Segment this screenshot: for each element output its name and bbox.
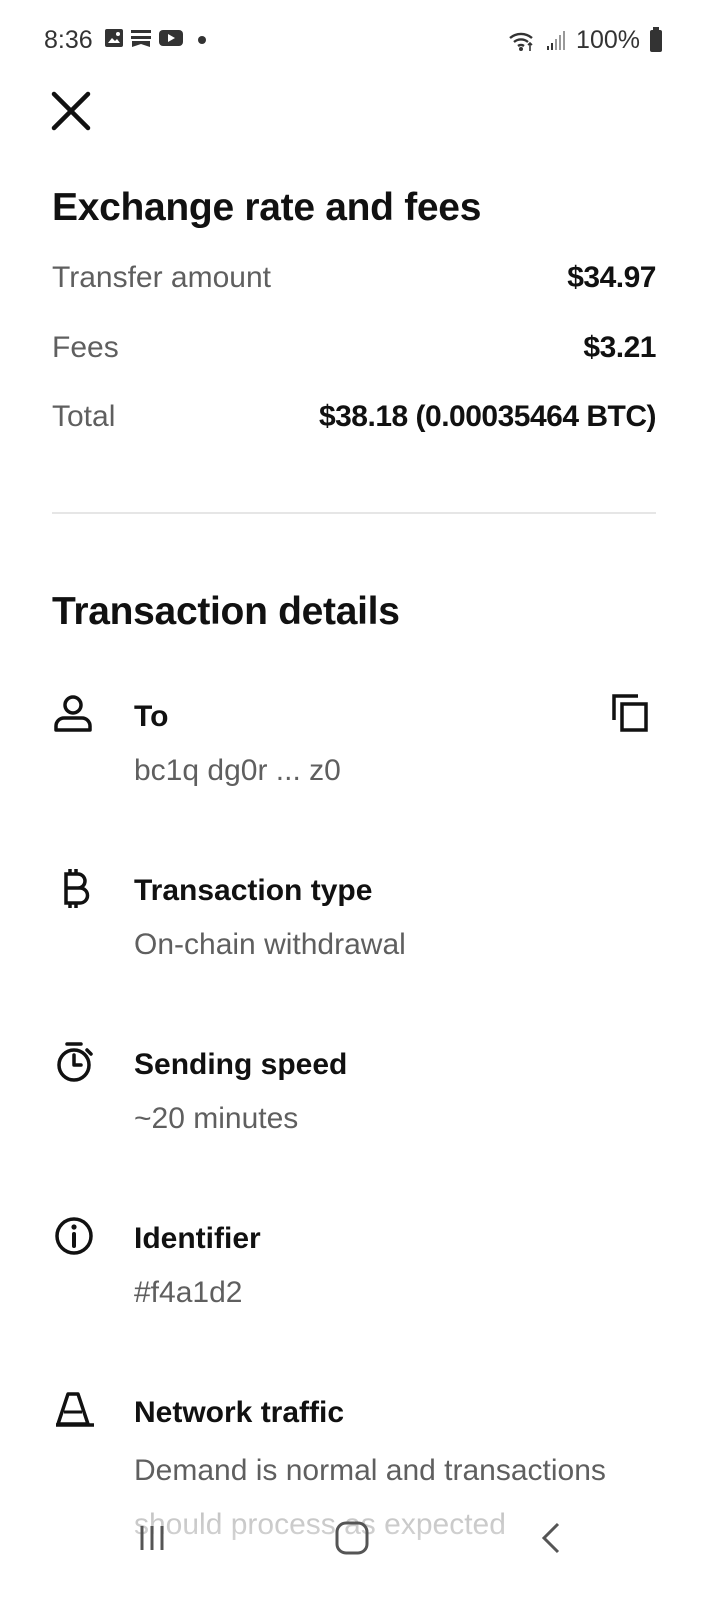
- detail-label: Identifier: [134, 1222, 261, 1255]
- battery-percentage: 100%: [576, 26, 640, 54]
- dot-icon: [198, 36, 206, 44]
- notification-icons: [104, 28, 210, 48]
- detail-label: Sending speed: [134, 1048, 348, 1081]
- copy-address-button[interactable]: [606, 690, 654, 738]
- section-divider: [52, 512, 656, 514]
- person-icon: [54, 695, 92, 732]
- stopwatch-icon: [57, 1042, 93, 1082]
- detail-value: #f4a1d2: [134, 1276, 243, 1309]
- status-bar: 8:36 100%: [0, 0, 720, 80]
- close-button[interactable]: [48, 88, 94, 134]
- detail-value: ~20 minutes: [134, 1102, 299, 1135]
- signal-icon: [547, 30, 566, 50]
- fee-row-fees: Fees $3.21: [52, 328, 656, 368]
- battery-icon: [650, 26, 662, 52]
- fee-value: $3.21: [583, 331, 656, 364]
- home-button[interactable]: [322, 1508, 382, 1568]
- status-time: 8:36: [44, 26, 93, 54]
- fee-value: $38.18 (0.00035464 BTC): [318, 400, 657, 433]
- details-section-title: Transaction details: [52, 590, 400, 633]
- info-icon: [55, 1217, 93, 1255]
- detail-label: Network traffic: [134, 1396, 345, 1429]
- recipient-address: bc1q dg0r ... z0: [134, 754, 341, 787]
- detail-value: On-chain withdrawal: [134, 928, 406, 961]
- fee-row-total: Total $38.18 (0.00035464 BTC): [52, 397, 657, 437]
- status-right: 100%: [508, 26, 662, 55]
- system-navigation-bar: [0, 1486, 720, 1600]
- detail-label: To: [134, 700, 169, 733]
- fees-section-title: Exchange rate and fees: [52, 186, 482, 229]
- fee-value: $34.97: [567, 261, 656, 294]
- gallery-icon: [105, 29, 123, 47]
- wifi-icon: [509, 32, 533, 51]
- close-icon: [51, 91, 91, 131]
- back-icon: [541, 1522, 560, 1554]
- youtube-icon: [159, 30, 183, 46]
- fee-label: Fees: [52, 331, 119, 364]
- detail-label: Transaction type: [134, 874, 373, 907]
- fee-row-transfer-amount: Transfer amount $34.97: [52, 258, 656, 298]
- home-icon: [335, 1521, 369, 1555]
- recent-apps-button[interactable]: [122, 1508, 182, 1568]
- copy-icon: [612, 694, 648, 732]
- back-button[interactable]: [520, 1508, 580, 1568]
- fee-label: Total: [52, 400, 116, 433]
- recent-apps-icon: [140, 1526, 164, 1550]
- news-icon: [131, 30, 151, 47]
- bitcoin-icon: [64, 869, 90, 908]
- fee-label: Transfer amount: [52, 261, 271, 294]
- traffic-cone-icon: [56, 1392, 94, 1427]
